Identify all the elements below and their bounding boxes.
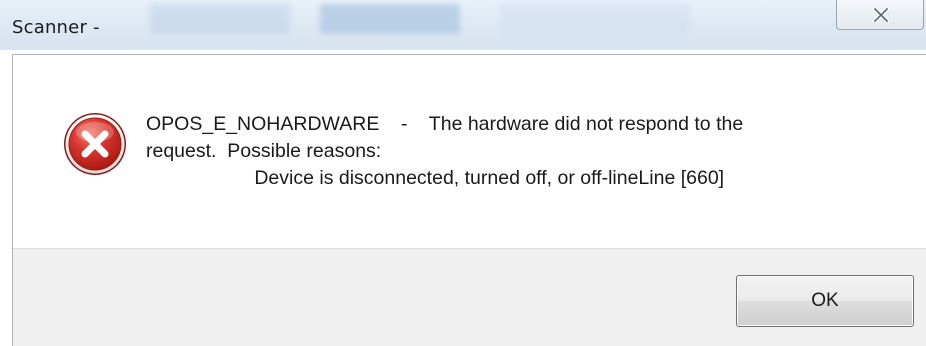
title-bar[interactable]: Scanner -: [0, 0, 926, 50]
error-message: OPOS_E_NOHARDWARE - The hardware did not…: [146, 111, 743, 192]
background-blur: [500, 4, 690, 34]
dialog-client-area: OPOS_E_NOHARDWARE - The hardware did not…: [12, 54, 926, 346]
close-button[interactable]: [836, 0, 924, 30]
message-line: Device is disconnected, turned off, or o…: [146, 167, 725, 189]
message-area: OPOS_E_NOHARDWARE - The hardware did not…: [13, 55, 926, 248]
window-title: Scanner -: [12, 17, 100, 38]
message-line: request. Possible reasons:: [146, 140, 382, 162]
error-icon: [64, 113, 126, 175]
button-bar: OK: [13, 248, 926, 346]
close-icon: [873, 8, 889, 22]
message-line: OPOS_E_NOHARDWARE - The hardware did not…: [146, 113, 744, 135]
background-blur: [320, 4, 460, 34]
background-blur: [150, 4, 290, 34]
dialog-window: Scanner - OPOS_E_NOHARDWARE - The hardwa…: [0, 0, 926, 346]
ok-button[interactable]: OK: [736, 275, 914, 327]
